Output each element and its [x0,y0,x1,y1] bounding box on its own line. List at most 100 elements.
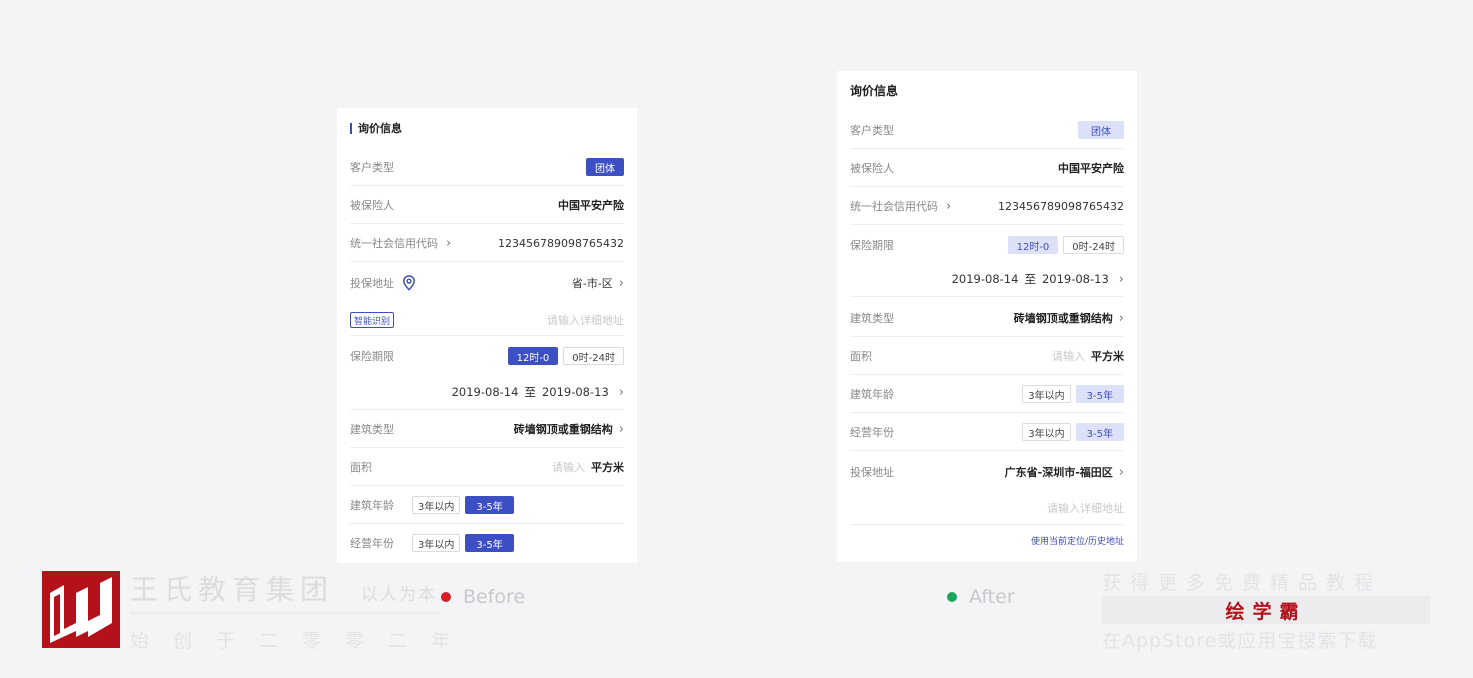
brand-logo-icon [50,577,112,643]
area-label: 面积 [850,350,872,363]
building-age-option-2[interactable]: 3-5年 [1075,385,1124,403]
customer-type-chip[interactable]: 团体 [586,158,624,176]
building-type-row[interactable]: 建筑类型 砖墙钢顶或重钢结构 › [350,410,624,448]
building-age-option-1[interactable]: 3年以内 [1022,385,1071,403]
brand-logo [42,571,120,648]
after-section-header: 询价信息 [850,79,1124,101]
insured-value: 中国平安产险 [558,199,624,212]
period-row: 保险期限 12时-0 0时-24时 [350,338,624,374]
building-age-row: 建筑年龄 3年以内 3-5年 [350,486,624,524]
customer-type-row[interactable]: 客户类型 团体 [850,111,1124,149]
insured-label: 被保险人 [350,199,394,212]
operating-years-option-1[interactable]: 3年以内 [412,534,461,552]
chevron-right-icon[interactable]: › [619,386,624,399]
credit-code-row[interactable]: 统一社会信用代码 › 123456789098765432 [850,187,1124,225]
credit-code-label: 统一社会信用代码 [850,200,938,213]
address-detail-row[interactable]: 智能识别 请输入详细地址 [350,304,624,336]
period-dates-row[interactable]: 2019-08-14 至 2019-08-13 › [350,374,624,410]
area-row[interactable]: 面积 请输入 平方米 [850,337,1124,375]
area-unit: 平方米 [1091,350,1124,363]
credit-code-value: 123456789098765432 [498,236,624,250]
watermark-since: 始创于二零零二年 [130,630,475,652]
building-type-value: 砖墙钢顶或重钢结构 [513,423,613,436]
credit-code-label: 统一社会信用代码 [350,237,438,250]
after-legend-label: After [969,586,1015,608]
address-detail-input[interactable]: 请输入详细地址 [547,312,624,328]
building-type-label: 建筑类型 [850,312,894,325]
period-start-date[interactable]: 2019-08-14 [952,272,1019,286]
use-location-link[interactable]: 使用当前定位/历史地址 [1031,534,1124,547]
insured-label: 被保险人 [850,162,894,175]
address-row[interactable]: 投保地址 广东省-深圳市-福田区 › [850,453,1124,491]
section-title: 询价信息 [358,122,402,135]
chevron-right-icon[interactable]: › [446,237,451,250]
location-pin-icon[interactable] [402,275,416,291]
customer-type-chip[interactable]: 团体 [1078,121,1124,139]
period-end-date[interactable]: 2019-08-13 [542,385,609,399]
area-label: 面积 [350,461,372,474]
building-type-label: 建筑类型 [350,423,394,436]
building-age-label: 建筑年龄 [850,388,894,401]
operating-years-row: 经营年份 3年以内 3-5年 [850,413,1124,451]
customer-type-row[interactable]: 客户类型 团体 [350,148,624,186]
period-start-date[interactable]: 2019-08-14 [452,385,519,399]
chevron-right-icon[interactable]: › [1119,466,1124,479]
period-row: 保险期限 12时-0 0时-24时 [850,227,1124,263]
period-option-24h[interactable]: 0时-24时 [563,347,624,365]
area-input[interactable]: 请输入 [1052,348,1085,364]
building-age-option-2[interactable]: 3-5年 [465,496,514,514]
period-to: 至 [1024,272,1036,286]
period-option-12h[interactable]: 12时-0 [1007,236,1059,254]
period-dates-row[interactable]: 2019-08-14 至 2019-08-13 › [850,261,1124,297]
building-age-row: 建筑年龄 3年以内 3-5年 [850,375,1124,413]
insured-row: 被保险人 中国平安产险 [350,186,624,224]
operating-years-label: 经营年份 [850,426,894,439]
before-section-header: 询价信息 [350,120,624,136]
address-label: 投保地址 [350,277,394,290]
operating-years-option-2[interactable]: 3-5年 [1075,423,1124,441]
credit-code-row[interactable]: 统一社会信用代码 › 123456789098765432 [350,224,624,262]
watermark-promo-line1: 获得更多免费精品教程 [1102,572,1383,594]
credit-code-value: 123456789098765432 [998,199,1124,213]
before-legend: Before [441,586,525,608]
building-type-value: 砖墙钢顶或重钢结构 [1013,312,1113,325]
after-panel: 询价信息 客户类型 团体 被保险人 中国平安产险 统一社会信用代码 › 12345… [837,71,1137,562]
location-link-row[interactable]: 使用当前定位/历史地址 [850,527,1124,553]
customer-type-label: 客户类型 [350,161,394,174]
period-label: 保险期限 [350,350,394,363]
before-panel: 询价信息 客户类型 团体 被保险人 中国平安产险 统一社会信用代码 › 12345… [337,108,637,563]
watermark-promo-line3: 在AppStore或应用宝搜索下载 [1102,630,1378,652]
chevron-right-icon[interactable]: › [619,423,624,436]
address-value: 广东省-深圳市-福田区 [1004,466,1113,479]
after-legend: After [947,586,1015,608]
area-row[interactable]: 面积 请输入 平方米 [350,448,624,486]
period-option-12h[interactable]: 12时-0 [507,347,559,365]
chevron-right-icon[interactable]: › [1119,273,1124,286]
before-legend-dot [441,592,451,602]
operating-years-option-1[interactable]: 3年以内 [1022,423,1071,441]
watermark-promo-brand: 绘学霸 [1225,600,1307,623]
section-title: 询价信息 [850,83,899,98]
period-to: 至 [524,385,536,399]
period-option-24h[interactable]: 0时-24时 [1063,236,1124,254]
address-detail-input[interactable]: 请输入详细地址 [1047,500,1124,516]
customer-type-label: 客户类型 [850,124,894,137]
operating-years-row: 经营年份 3年以内 3-5年 [350,524,624,562]
after-legend-dot [947,592,957,602]
chevron-right-icon[interactable]: › [946,200,951,213]
insured-value: 中国平安产险 [1058,162,1124,175]
before-legend-label: Before [463,586,526,608]
watermark-motto: 以人为本 [361,585,437,605]
period-end-date[interactable]: 2019-08-13 [1042,272,1109,286]
chevron-right-icon[interactable]: › [1119,312,1124,325]
operating-years-option-2[interactable]: 3-5年 [465,534,514,552]
smart-recognize-button[interactable]: 智能识别 [350,312,395,328]
building-age-label: 建筑年龄 [350,499,394,512]
area-input[interactable]: 请输入 [552,459,585,475]
address-detail-row[interactable]: 请输入详细地址 [850,491,1124,525]
address-label: 投保地址 [850,466,894,479]
building-age-option-1[interactable]: 3年以内 [412,496,461,514]
chevron-right-icon[interactable]: › [619,277,624,290]
building-type-row[interactable]: 建筑类型 砖墙钢顶或重钢结构 › [850,299,1124,337]
address-row[interactable]: 投保地址 省-市-区 › [350,262,624,304]
